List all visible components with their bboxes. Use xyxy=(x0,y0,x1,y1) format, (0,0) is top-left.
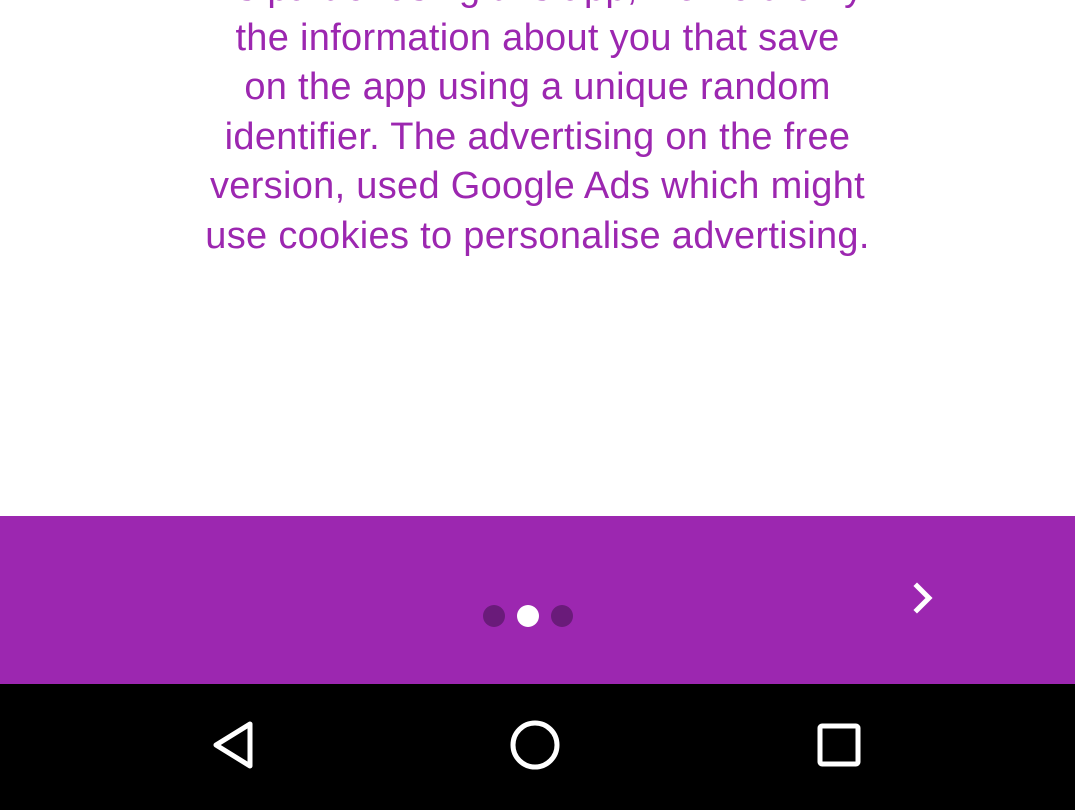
page-dot-1 xyxy=(483,605,505,627)
next-button[interactable] xyxy=(893,570,953,630)
privacy-text-line: version, used Google Ads which might xyxy=(209,165,866,207)
privacy-text-line: identifier. The advertising on the free xyxy=(224,115,851,158)
recents-square-icon xyxy=(815,721,863,774)
privacy-text-line: on the app using a unique random xyxy=(244,66,831,108)
page-dot-3 xyxy=(551,605,573,627)
home-circle-icon xyxy=(508,718,562,777)
nav-recents-button[interactable] xyxy=(809,717,869,777)
page-indicator xyxy=(483,605,573,627)
privacy-text-line: use cookies to personalise advertising. xyxy=(205,214,870,257)
back-triangle-icon xyxy=(208,719,258,776)
chevron-right-icon xyxy=(908,580,938,621)
nav-back-button[interactable] xyxy=(203,717,263,777)
nav-home-button[interactable] xyxy=(505,717,565,777)
screen: As part of using this app, we hold only … xyxy=(0,0,1075,810)
privacy-content: As part of using this app, we hold only … xyxy=(0,0,1075,516)
privacy-text-line: the information about you that save xyxy=(235,16,840,59)
privacy-policy-text: As part of using this app, we hold only … xyxy=(100,0,975,261)
privacy-text-line: As part of using this app, we hold only xyxy=(212,0,864,9)
system-navigation-bar xyxy=(0,684,1075,810)
intro-pager-bar xyxy=(0,516,1075,684)
page-dot-2-active xyxy=(517,605,539,627)
